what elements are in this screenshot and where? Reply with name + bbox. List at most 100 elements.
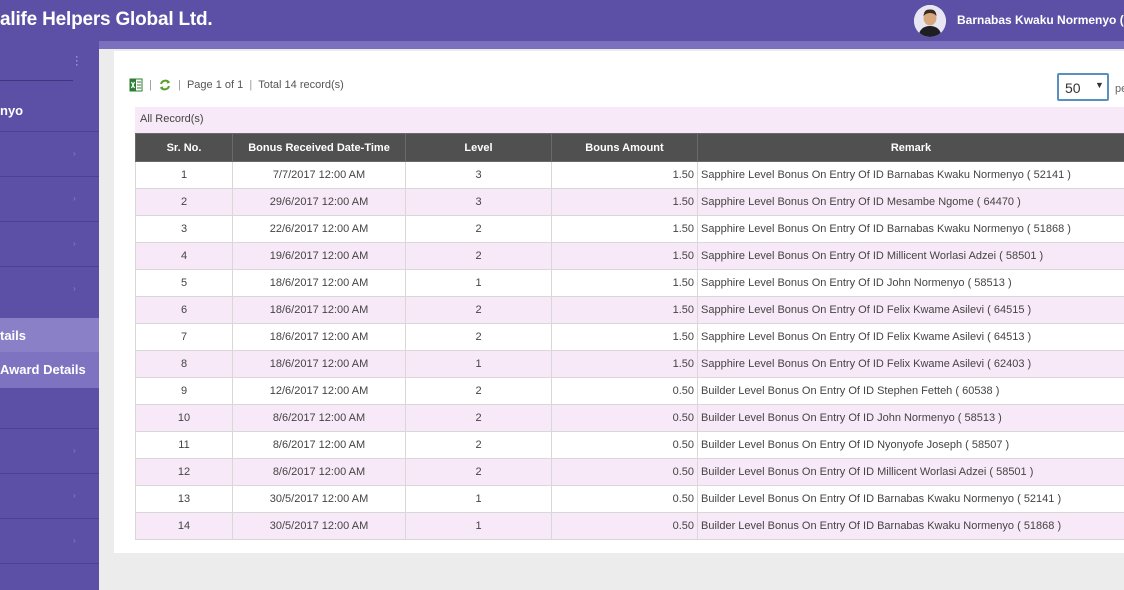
excel-export-icon[interactable] bbox=[129, 78, 143, 92]
cell-remark: Sapphire Level Bonus On Entry Of ID Mill… bbox=[697, 242, 1124, 270]
table-header-row: Sr. No. Bonus Received Date-Time Level B… bbox=[135, 133, 1124, 162]
table-row: 3 22/6/2017 12:00 AM 2 1.50 Sapphire Level B… bbox=[135, 215, 1124, 243]
column-header-level[interactable]: Level bbox=[405, 133, 552, 162]
user-name[interactable]: Barnabas Kwaku Normenyo (51 bbox=[957, 13, 1124, 27]
column-header-amount[interactable]: Bouns Amount bbox=[551, 133, 698, 162]
top-header-bar: alife Helpers Global Ltd. Barnabas Kwaku… bbox=[0, 0, 1124, 42]
cell-remark: Builder Level Bonus On Entry Of ID John … bbox=[697, 404, 1124, 432]
page-size-select[interactable]: 50 ▼ bbox=[1057, 73, 1109, 101]
cell-amount: 1.50 bbox=[551, 188, 698, 216]
cell-remark: Builder Level Bonus On Entry Of ID Milli… bbox=[697, 458, 1124, 486]
cell-level: 1 bbox=[405, 269, 552, 297]
column-header-sr-no[interactable]: Sr. No. bbox=[135, 133, 233, 162]
sidebar-divider bbox=[0, 80, 73, 81]
cell-amount: 1.50 bbox=[551, 215, 698, 243]
cell-remark: Sapphire Level Bonus On Entry Of ID Barn… bbox=[697, 215, 1124, 243]
cell-sr-no: 13 bbox=[135, 485, 233, 513]
cell-remark: Builder Level Bonus On Entry Of ID Barna… bbox=[697, 485, 1124, 513]
sidebar-separator bbox=[0, 563, 99, 564]
cell-date-time: 8/6/2017 12:00 AM bbox=[232, 431, 406, 459]
cell-date-time: 18/6/2017 12:00 AM bbox=[232, 323, 406, 351]
cell-date-time: 8/6/2017 12:00 AM bbox=[232, 404, 406, 432]
table-row: 9 12/6/2017 12:00 AM 2 0.50 Builder Level Bo… bbox=[135, 377, 1124, 405]
cell-remark: Sapphire Level Bonus On Entry Of ID Feli… bbox=[697, 323, 1124, 351]
toolbar-separator: | bbox=[178, 79, 181, 91]
column-header-remark[interactable]: Remark bbox=[697, 133, 1124, 162]
cell-sr-no: 6 bbox=[135, 296, 233, 324]
cell-sr-no: 10 bbox=[135, 404, 233, 432]
sidebar-item-details[interactable]: tails bbox=[0, 318, 99, 352]
cell-amount: 0.50 bbox=[551, 431, 698, 459]
brand-title[interactable]: alife Helpers Global Ltd. bbox=[0, 9, 213, 31]
page-size-value: 50 bbox=[1065, 80, 1081, 96]
chevron-right-icon[interactable]: › bbox=[73, 149, 76, 158]
per-page-label: pe bbox=[1115, 83, 1124, 95]
column-header-date-time[interactable]: Bonus Received Date-Time bbox=[232, 133, 406, 162]
cell-level: 2 bbox=[405, 215, 552, 243]
table-row: 8 18/6/2017 12:00 AM 1 1.50 Sapphire Level B… bbox=[135, 350, 1124, 378]
bonus-table: Sr. No. Bonus Received Date-Time Level B… bbox=[135, 133, 1124, 540]
chevron-right-icon[interactable]: › bbox=[73, 239, 76, 248]
cell-remark: Builder Level Bonus On Entry Of ID Nyony… bbox=[697, 431, 1124, 459]
cell-level: 2 bbox=[405, 431, 552, 459]
cell-sr-no: 2 bbox=[135, 188, 233, 216]
cell-level: 2 bbox=[405, 296, 552, 324]
table-row: 5 18/6/2017 12:00 AM 1 1.50 Sapphire Level B… bbox=[135, 269, 1124, 297]
page-info: Page 1 of 1 bbox=[186, 79, 244, 91]
cell-remark: Sapphire Level Bonus On Entry Of ID Feli… bbox=[697, 350, 1124, 378]
toolbar-separator: | bbox=[149, 79, 152, 91]
sidebar-item-label: Award Details bbox=[0, 362, 86, 377]
sidebar-separator bbox=[0, 473, 99, 474]
cell-sr-no: 12 bbox=[135, 458, 233, 486]
cell-sr-no: 8 bbox=[135, 350, 233, 378]
cell-remark: Builder Level Bonus On Entry Of ID Barna… bbox=[697, 512, 1124, 540]
dropdown-arrow-icon: ▼ bbox=[1095, 80, 1104, 90]
table-row: 1 7/7/2017 12:00 AM 3 1.50 Sapphire Level Bo… bbox=[135, 161, 1124, 189]
table-caption: All Record(s) bbox=[140, 113, 204, 125]
sidebar-separator bbox=[0, 131, 99, 132]
cell-level: 2 bbox=[405, 458, 552, 486]
cell-amount: 1.50 bbox=[551, 296, 698, 324]
cell-date-time: 29/6/2017 12:00 AM bbox=[232, 188, 406, 216]
cell-amount: 1.50 bbox=[551, 161, 698, 189]
cell-amount: 0.50 bbox=[551, 404, 698, 432]
sidebar-separator bbox=[0, 518, 99, 519]
cell-sr-no: 5 bbox=[135, 269, 233, 297]
cell-date-time: 19/6/2017 12:00 AM bbox=[232, 242, 406, 270]
table-row: 11 8/6/2017 12:00 AM 2 0.50 Builder Level Bo… bbox=[135, 431, 1124, 459]
chevron-right-icon[interactable]: › bbox=[73, 536, 76, 545]
table-row: 14 30/5/2017 12:00 AM 1 0.50 Builder Level B… bbox=[135, 512, 1124, 540]
cell-level: 1 bbox=[405, 512, 552, 540]
chevron-right-icon[interactable]: › bbox=[73, 194, 76, 203]
user-avatar[interactable] bbox=[914, 5, 946, 37]
chevron-right-icon[interactable]: › bbox=[73, 446, 76, 455]
sidebar: · · · nyo › › › › tails Award Details › › … bbox=[0, 41, 99, 590]
table-caption-bar: All Record(s) bbox=[135, 107, 1124, 133]
total-records: Total 14 record(s) bbox=[258, 79, 344, 91]
cell-level: 2 bbox=[405, 404, 552, 432]
table-row: 2 29/6/2017 12:00 AM 3 1.50 Sapphire Level B… bbox=[135, 188, 1124, 216]
cell-level: 1 bbox=[405, 350, 552, 378]
table-row: 6 18/6/2017 12:00 AM 2 1.50 Sapphire Level B… bbox=[135, 296, 1124, 324]
cell-remark: Sapphire Level Bonus On Entry Of ID Barn… bbox=[697, 161, 1124, 189]
sidebar-user-name: nyo bbox=[0, 103, 24, 118]
table-row: 12 8/6/2017 12:00 AM 2 0.50 Builder Level Bo… bbox=[135, 458, 1124, 486]
cell-amount: 0.50 bbox=[551, 485, 698, 513]
cell-sr-no: 4 bbox=[135, 242, 233, 270]
table-row: 10 8/6/2017 12:00 AM 2 0.50 Builder Level Bo… bbox=[135, 404, 1124, 432]
avatar-icon bbox=[914, 5, 946, 37]
cell-sr-no: 11 bbox=[135, 431, 233, 459]
refresh-icon[interactable] bbox=[158, 78, 172, 92]
more-options-icon[interactable]: · · · bbox=[75, 52, 79, 71]
chevron-down-icon[interactable]: › bbox=[73, 284, 76, 293]
cell-date-time: 8/6/2017 12:00 AM bbox=[232, 458, 406, 486]
main-panel: | | Page 1 of 1 | Total 14 record(s) 50 … bbox=[114, 51, 1124, 553]
sidebar-separator bbox=[0, 221, 99, 222]
sidebar-item-award-details[interactable]: Award Details bbox=[0, 352, 99, 388]
cell-amount: 1.50 bbox=[551, 350, 698, 378]
cell-remark: Sapphire Level Bonus On Entry Of ID Feli… bbox=[697, 296, 1124, 324]
cell-date-time: 12/6/2017 12:00 AM bbox=[232, 377, 406, 405]
table-row: 13 30/5/2017 12:00 AM 1 0.50 Builder Level B… bbox=[135, 485, 1124, 513]
chevron-right-icon[interactable]: › bbox=[73, 491, 76, 500]
toolbar-separator: | bbox=[249, 79, 253, 91]
